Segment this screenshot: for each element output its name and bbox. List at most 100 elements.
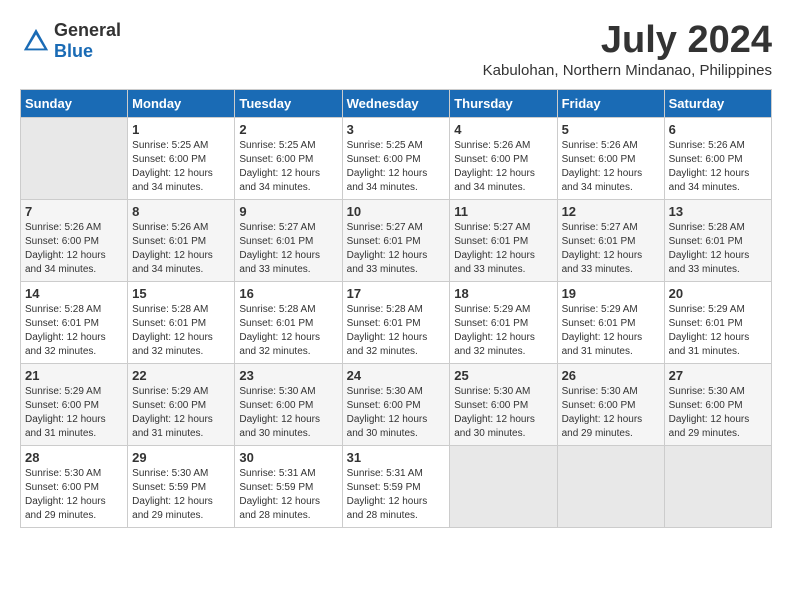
day-info: Sunrise: 5:30 AM Sunset: 6:00 PM Dayligh…: [25, 467, 123, 523]
calendar-cell: 15 Sunrise: 5:28 AM Sunset: 6:01 PM Dayli…: [128, 281, 235, 363]
calendar-cell: 23Sunrise: 5:30 AM Sunset: 6:00 PM Dayli…: [235, 363, 342, 445]
day-info: Sunrise: 5:26 AM Sunset: 6:01 PM Dayligh…: [132, 221, 230, 277]
day-number: 13: [669, 204, 767, 219]
day-info: Sunrise: 5:30 AM Sunset: 5:59 PM Dayligh…: [132, 467, 230, 523]
day-number: 21: [25, 368, 123, 383]
calendar-cell: 8 Sunrise: 5:26 AM Sunset: 6:01 PM Daylig…: [128, 199, 235, 281]
day-info: Sunrise: 5:28 AM Sunset: 6:01 PM Dayligh…: [669, 221, 767, 277]
header-day-tuesday: Tuesday: [235, 89, 342, 117]
calendar-week-2: 7 Sunrise: 5:26 AM Sunset: 6:00 PM Daylig…: [21, 199, 772, 281]
calendar-body: 1Sunrise: 5:25 AM Sunset: 6:00 PM Daylig…: [21, 117, 772, 527]
header-row: SundayMondayTuesdayWednesdayThursdayFrid…: [21, 89, 772, 117]
calendar-cell: [664, 445, 771, 527]
day-info: Sunrise: 5:27 AM Sunset: 6:01 PM Dayligh…: [239, 221, 337, 277]
calendar-cell: [450, 445, 557, 527]
calendar-cell: 10 Sunrise: 5:27 AM Sunset: 6:01 PM Dayli…: [342, 199, 450, 281]
calendar-cell: 2Sunrise: 5:25 AM Sunset: 6:00 PM Daylig…: [235, 117, 342, 199]
day-info: Sunrise: 5:28 AM Sunset: 6:01 PM Dayligh…: [239, 303, 337, 359]
calendar-cell: 27 Sunrise: 5:30 AM Sunset: 6:00 PM Dayli…: [664, 363, 771, 445]
day-number: 26: [562, 368, 660, 383]
calendar-cell: 30 Sunrise: 5:31 AM Sunset: 5:59 PM Dayli…: [235, 445, 342, 527]
day-number: 27: [669, 368, 767, 383]
header-day-friday: Friday: [557, 89, 664, 117]
calendar-week-5: 28 Sunrise: 5:30 AM Sunset: 6:00 PM Dayli…: [21, 445, 772, 527]
header-day-saturday: Saturday: [664, 89, 771, 117]
day-info: Sunrise: 5:27 AM Sunset: 6:01 PM Dayligh…: [454, 221, 552, 277]
day-info: Sunrise: 5:26 AM Sunset: 6:00 PM Dayligh…: [454, 139, 552, 195]
month-year: July 2024: [483, 20, 772, 62]
day-number: 30: [239, 450, 337, 465]
day-number: 18: [454, 286, 552, 301]
calendar-cell: 29 Sunrise: 5:30 AM Sunset: 5:59 PM Dayli…: [128, 445, 235, 527]
day-number: 31: [347, 450, 446, 465]
day-info: Sunrise: 5:28 AM Sunset: 6:01 PM Dayligh…: [132, 303, 230, 359]
day-number: 6: [669, 122, 767, 137]
logo: General Blue: [20, 20, 121, 62]
day-number: 10: [347, 204, 446, 219]
calendar-cell: 21 Sunrise: 5:29 AM Sunset: 6:00 PM Dayli…: [21, 363, 128, 445]
day-number: 16: [239, 286, 337, 301]
day-info: Sunrise: 5:27 AM Sunset: 6:01 PM Dayligh…: [347, 221, 446, 277]
day-number: 20: [669, 286, 767, 301]
calendar-cell: 9Sunrise: 5:27 AM Sunset: 6:01 PM Daylig…: [235, 199, 342, 281]
day-number: 2: [239, 122, 337, 137]
day-number: 4: [454, 122, 552, 137]
calendar-cell: 20 Sunrise: 5:29 AM Sunset: 6:01 PM Dayli…: [664, 281, 771, 363]
calendar-cell: 17Sunrise: 5:28 AM Sunset: 6:01 PM Dayli…: [342, 281, 450, 363]
day-number: 1: [132, 122, 230, 137]
calendar-cell: 24Sunrise: 5:30 AM Sunset: 6:00 PM Dayli…: [342, 363, 450, 445]
day-number: 11: [454, 204, 552, 219]
day-info: Sunrise: 5:31 AM Sunset: 5:59 PM Dayligh…: [239, 467, 337, 523]
day-info: Sunrise: 5:26 AM Sunset: 6:00 PM Dayligh…: [25, 221, 123, 277]
calendar-cell: 13 Sunrise: 5:28 AM Sunset: 6:01 PM Dayli…: [664, 199, 771, 281]
calendar-cell: 19 Sunrise: 5:29 AM Sunset: 6:01 PM Dayli…: [557, 281, 664, 363]
calendar-week-1: 1Sunrise: 5:25 AM Sunset: 6:00 PM Daylig…: [21, 117, 772, 199]
calendar-cell: 22Sunrise: 5:29 AM Sunset: 6:00 PM Dayli…: [128, 363, 235, 445]
header-day-sunday: Sunday: [21, 89, 128, 117]
calendar-cell: 5Sunrise: 5:26 AM Sunset: 6:00 PM Daylig…: [557, 117, 664, 199]
day-number: 24: [347, 368, 446, 383]
calendar-cell: [557, 445, 664, 527]
calendar-cell: 26 Sunrise: 5:30 AM Sunset: 6:00 PM Dayli…: [557, 363, 664, 445]
day-number: 23: [239, 368, 337, 383]
calendar-header: SundayMondayTuesdayWednesdayThursdayFrid…: [21, 89, 772, 117]
day-number: 15: [132, 286, 230, 301]
calendar-cell: 18 Sunrise: 5:29 AM Sunset: 6:01 PM Dayli…: [450, 281, 557, 363]
calendar-week-4: 21 Sunrise: 5:29 AM Sunset: 6:00 PM Dayli…: [21, 363, 772, 445]
header-day-monday: Monday: [128, 89, 235, 117]
calendar-cell: 11 Sunrise: 5:27 AM Sunset: 6:01 PM Dayli…: [450, 199, 557, 281]
title-block: July 2024 Kabulohan, Northern Mindanao, …: [483, 20, 772, 79]
logo-text-blue: Blue: [54, 41, 93, 61]
day-info: Sunrise: 5:26 AM Sunset: 6:00 PM Dayligh…: [669, 139, 767, 195]
day-number: 25: [454, 368, 552, 383]
day-info: Sunrise: 5:28 AM Sunset: 6:01 PM Dayligh…: [25, 303, 123, 359]
day-number: 28: [25, 450, 123, 465]
day-number: 12: [562, 204, 660, 219]
day-info: Sunrise: 5:27 AM Sunset: 6:01 PM Dayligh…: [562, 221, 660, 277]
day-number: 7: [25, 204, 123, 219]
calendar-cell: 31Sunrise: 5:31 AM Sunset: 5:59 PM Dayli…: [342, 445, 450, 527]
day-number: 14: [25, 286, 123, 301]
day-info: Sunrise: 5:29 AM Sunset: 6:01 PM Dayligh…: [454, 303, 552, 359]
calendar-cell: 16 Sunrise: 5:28 AM Sunset: 6:01 PM Dayli…: [235, 281, 342, 363]
day-info: Sunrise: 5:29 AM Sunset: 6:00 PM Dayligh…: [132, 385, 230, 441]
calendar-cell: 12 Sunrise: 5:27 AM Sunset: 6:01 PM Dayli…: [557, 199, 664, 281]
day-number: 29: [132, 450, 230, 465]
header-day-wednesday: Wednesday: [342, 89, 450, 117]
day-number: 19: [562, 286, 660, 301]
day-number: 3: [347, 122, 446, 137]
calendar-cell: 4 Sunrise: 5:26 AM Sunset: 6:00 PM Daylig…: [450, 117, 557, 199]
calendar-week-3: 14 Sunrise: 5:28 AM Sunset: 6:01 PM Dayli…: [21, 281, 772, 363]
day-info: Sunrise: 5:30 AM Sunset: 6:00 PM Dayligh…: [562, 385, 660, 441]
day-number: 8: [132, 204, 230, 219]
day-info: Sunrise: 5:29 AM Sunset: 6:01 PM Dayligh…: [562, 303, 660, 359]
calendar-cell: [21, 117, 128, 199]
day-info: Sunrise: 5:29 AM Sunset: 6:00 PM Dayligh…: [25, 385, 123, 441]
logo-text-general: General: [54, 20, 121, 40]
location: Kabulohan, Northern Mindanao, Philippine…: [483, 62, 772, 79]
day-info: Sunrise: 5:30 AM Sunset: 6:00 PM Dayligh…: [454, 385, 552, 441]
calendar-cell: 1Sunrise: 5:25 AM Sunset: 6:00 PM Daylig…: [128, 117, 235, 199]
day-info: Sunrise: 5:29 AM Sunset: 6:01 PM Dayligh…: [669, 303, 767, 359]
day-info: Sunrise: 5:30 AM Sunset: 6:00 PM Dayligh…: [669, 385, 767, 441]
day-info: Sunrise: 5:28 AM Sunset: 6:01 PM Dayligh…: [347, 303, 446, 359]
